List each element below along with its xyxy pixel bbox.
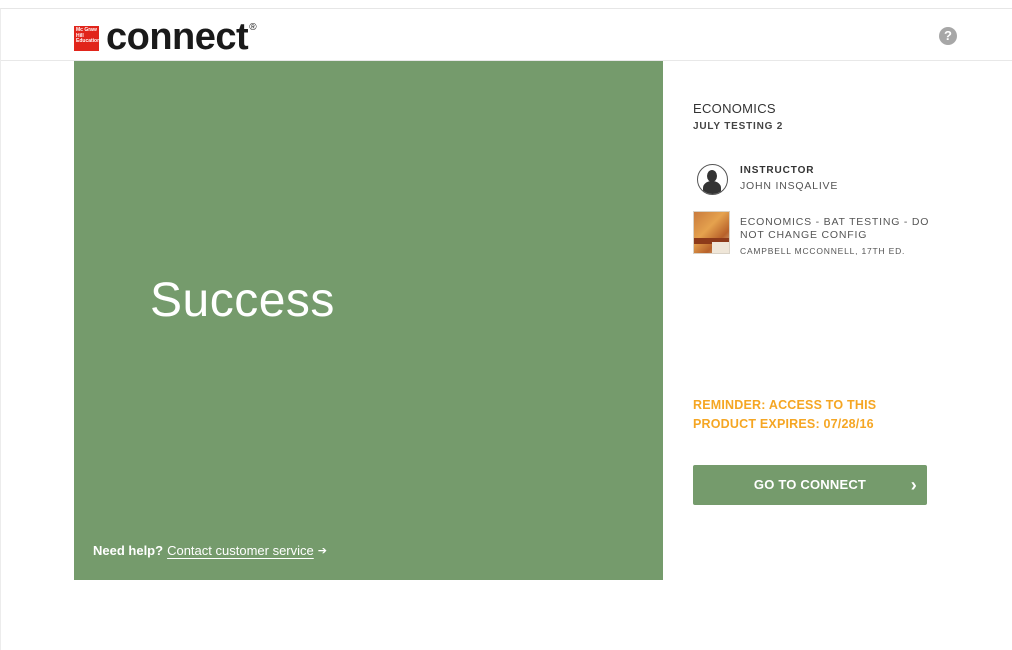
- help-line: Need help? Contact customer service ➔: [93, 543, 327, 558]
- contact-customer-service-link[interactable]: Contact customer service: [167, 543, 314, 558]
- book-cover-icon: [693, 211, 730, 254]
- registered-mark: ®: [249, 22, 257, 33]
- help-icon[interactable]: ?: [939, 27, 957, 45]
- chevron-right-icon: ›: [910, 475, 917, 495]
- connect-logo[interactable]: Mc Graw Hill Education connect ®: [74, 16, 257, 58]
- go-to-connect-button[interactable]: GO TO CONNECT ›: [693, 465, 927, 505]
- course-title: ECONOMICS: [693, 101, 776, 116]
- success-title: Success: [150, 274, 335, 327]
- book-title: ECONOMICS - BAT TESTING - DO NOT CHANGE …: [740, 216, 930, 241]
- instructor-label: INSTRUCTOR: [740, 165, 815, 176]
- page-frame: Mc Graw Hill Education connect ® ? Succe…: [0, 8, 1012, 650]
- go-to-connect-label: GO TO CONNECT: [753, 477, 867, 492]
- header: Mc Graw Hill Education connect ® ?: [1, 9, 1012, 61]
- instructor-name: JOHN INSQALIVE: [740, 180, 839, 192]
- expiry-reminder: REMINDER: ACCESS TO THIS PRODUCT EXPIRES…: [693, 398, 877, 431]
- mcgraw-hill-logo-icon: Mc Graw Hill Education: [74, 26, 100, 51]
- need-help-label: Need help?: [93, 543, 164, 558]
- success-panel: Success Need help? Contact customer serv…: [74, 61, 663, 580]
- instructor-avatar-icon: [697, 164, 728, 195]
- arrow-right-icon: ➔: [317, 545, 327, 557]
- connect-wordmark: connect: [106, 16, 249, 58]
- section-name: JULY TESTING 2: [693, 121, 784, 132]
- book-author: CAMPBELL MCCONNELL, 17TH ED.: [740, 246, 906, 256]
